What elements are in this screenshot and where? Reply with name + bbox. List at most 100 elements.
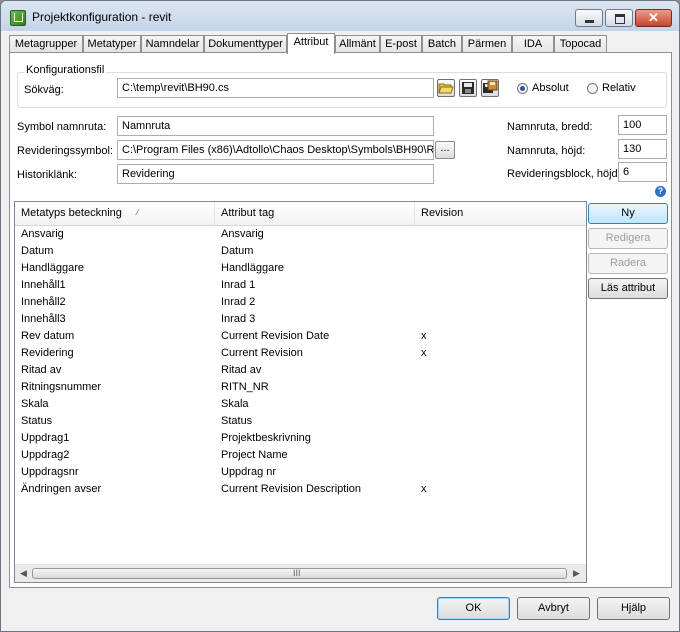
table-row[interactable]: Skala Skala [15,396,586,413]
tab-batch[interactable]: Batch [422,35,462,53]
tab-epost[interactable]: E-post [380,35,422,53]
column-header-revision[interactable]: Revision [415,202,586,225]
table-cell: x [421,483,427,495]
cancel-button[interactable]: Avbryt [517,597,590,620]
table-cell: Innehåll1 [21,279,66,291]
table-cell: Handläggare [21,262,84,274]
table-row[interactable]: Innehåll1 Inrad 1 [15,277,586,294]
table-cell: Revidering [21,347,74,359]
radio-relative-label[interactable]: Relativ [602,82,636,94]
minimize-icon [585,20,594,23]
table-cell: Current Revision Date [221,330,330,342]
table-cell: Uppdrag1 [21,432,70,444]
config-group-title: Konfigurationsfil [24,64,107,76]
table-cell: Current Revision Description [221,483,361,495]
table-row[interactable]: Rev datum Current Revision Date x [15,328,586,345]
table-cell: Handläggare [221,262,284,274]
radio-absolute[interactable] [517,83,528,94]
save-as-icon [483,80,498,93]
minimize-button[interactable] [575,9,603,27]
table-row[interactable]: Innehåll2 Inrad 2 [15,294,586,311]
attribute-list[interactable]: Metatyps beteckning ⁄ Attribut tag Revis… [14,201,587,583]
new-button[interactable]: Ny [588,203,668,224]
list-header: Metatyps beteckning ⁄ Attribut tag Revis… [15,202,586,226]
width-input[interactable]: 100 [618,115,667,135]
title-bar[interactable]: Projektkonfiguration - revit ✕ [1,1,679,31]
tab-ida[interactable]: IDA [512,35,554,53]
tab-metatyper[interactable]: Metatyper [83,35,141,53]
radio-relative[interactable] [587,83,598,94]
revblock-input[interactable]: 6 [618,162,667,182]
table-row[interactable]: Ritad av Ritad av [15,362,586,379]
table-cell: Datum [221,245,254,257]
tab-dokumenttyper[interactable]: Dokumenttyper [204,35,287,53]
radio-absolute-label[interactable]: Absolut [532,82,569,94]
table-cell: Project Name [221,449,288,461]
help-icon[interactable]: ? [655,186,666,197]
edit-button[interactable]: Redigera [588,228,668,249]
open-folder-icon [438,83,454,94]
table-cell: Status [221,415,253,427]
table-cell: Uppdrag nr [221,466,277,478]
scroll-thumb[interactable]: III [32,568,567,579]
tab-attribut[interactable]: Attribut [287,33,335,54]
table-cell: x [421,330,427,342]
tab-namndelar[interactable]: Namndelar [141,35,204,53]
revsymbol-input[interactable]: C:\Program Files (x86)\Adtollo\Chaos Des… [117,140,434,160]
table-row[interactable]: Datum Datum [15,243,586,260]
table-cell: Skala [21,398,49,410]
tab-parmen[interactable]: Pärmen [462,35,512,53]
maximize-button[interactable] [605,9,633,27]
path-input[interactable]: C:\temp\revit\BH90.cs [117,78,434,98]
height-input[interactable]: 130 [618,139,667,159]
save-button[interactable] [459,79,477,97]
tab-topocad[interactable]: Topocad [554,35,607,53]
table-cell: Ritningsnummer [21,381,102,393]
table-cell: Current Revision [221,347,303,359]
browse-button[interactable]: ... [435,141,455,159]
history-input[interactable]: Revidering [117,164,434,184]
close-button[interactable]: ✕ [635,9,672,27]
ok-button[interactable]: OK [437,597,510,620]
table-cell: x [421,347,427,359]
scroll-right-icon[interactable]: ▶ [573,568,580,579]
table-cell: Datum [21,245,54,257]
table-row[interactable]: Uppdragsnr Uppdrag nr [15,464,586,481]
help-button[interactable]: Hjälp [597,597,670,620]
table-row[interactable]: Status Status [15,413,586,430]
table-cell: RITN_NR [221,381,269,393]
revblock-label: Revideringsblock, höjd: [507,168,621,180]
attribut-panel: Konfigurationsfil Sökväg: C:\temp\revit\… [9,52,672,588]
table-row[interactable]: Ansvarig Ansvarig [15,226,586,243]
open-file-button[interactable] [437,79,455,97]
dialog-window: Projektkonfiguration - revit ✕ Metagrupp… [0,0,680,632]
tab-allmant[interactable]: Allmänt [335,35,380,53]
path-label: Sökväg: [24,84,64,96]
table-cell: Ritad av [221,364,262,376]
delete-button[interactable]: Radera [588,253,668,274]
table-row[interactable]: Revidering Current Revision x [15,345,586,362]
column-header-tag[interactable]: Attribut tag [215,202,415,225]
revsymbol-label: Revideringssymbol: [17,145,113,157]
table-row[interactable]: Handläggare Handläggare [15,260,586,277]
table-row[interactable]: Uppdrag2 Project Name [15,447,586,464]
column-header-metatype[interactable]: Metatyps beteckning [15,202,215,225]
close-icon: ✕ [648,10,659,25]
table-cell: Projektbeskrivning [221,432,311,444]
table-cell: Innehåll3 [21,313,66,325]
read-attributes-button[interactable]: Läs attribut [588,278,668,299]
save-as-button[interactable] [481,79,499,97]
table-row[interactable]: Ritningsnummer RITN_NR [15,379,586,396]
history-label: Historiklänk: [17,169,77,181]
width-label: Namnruta, bredd: [507,121,593,133]
symbol-input[interactable]: Namnruta [117,116,434,136]
table-row[interactable]: Innehåll3 Inrad 3 [15,311,586,328]
table-cell: Uppdragsnr [21,466,79,478]
scroll-left-icon[interactable]: ◀ [20,568,27,579]
horizontal-scrollbar[interactable]: ◀ III ▶ [15,564,586,582]
table-row[interactable]: Ändringen avser Current Revision Descript… [15,481,586,498]
maximize-icon [615,14,625,24]
table-cell: Inrad 1 [221,279,256,291]
table-row[interactable]: Uppdrag1 Projektbeskrivning [15,430,586,447]
tab-metagrupper[interactable]: Metagrupper [9,35,83,53]
